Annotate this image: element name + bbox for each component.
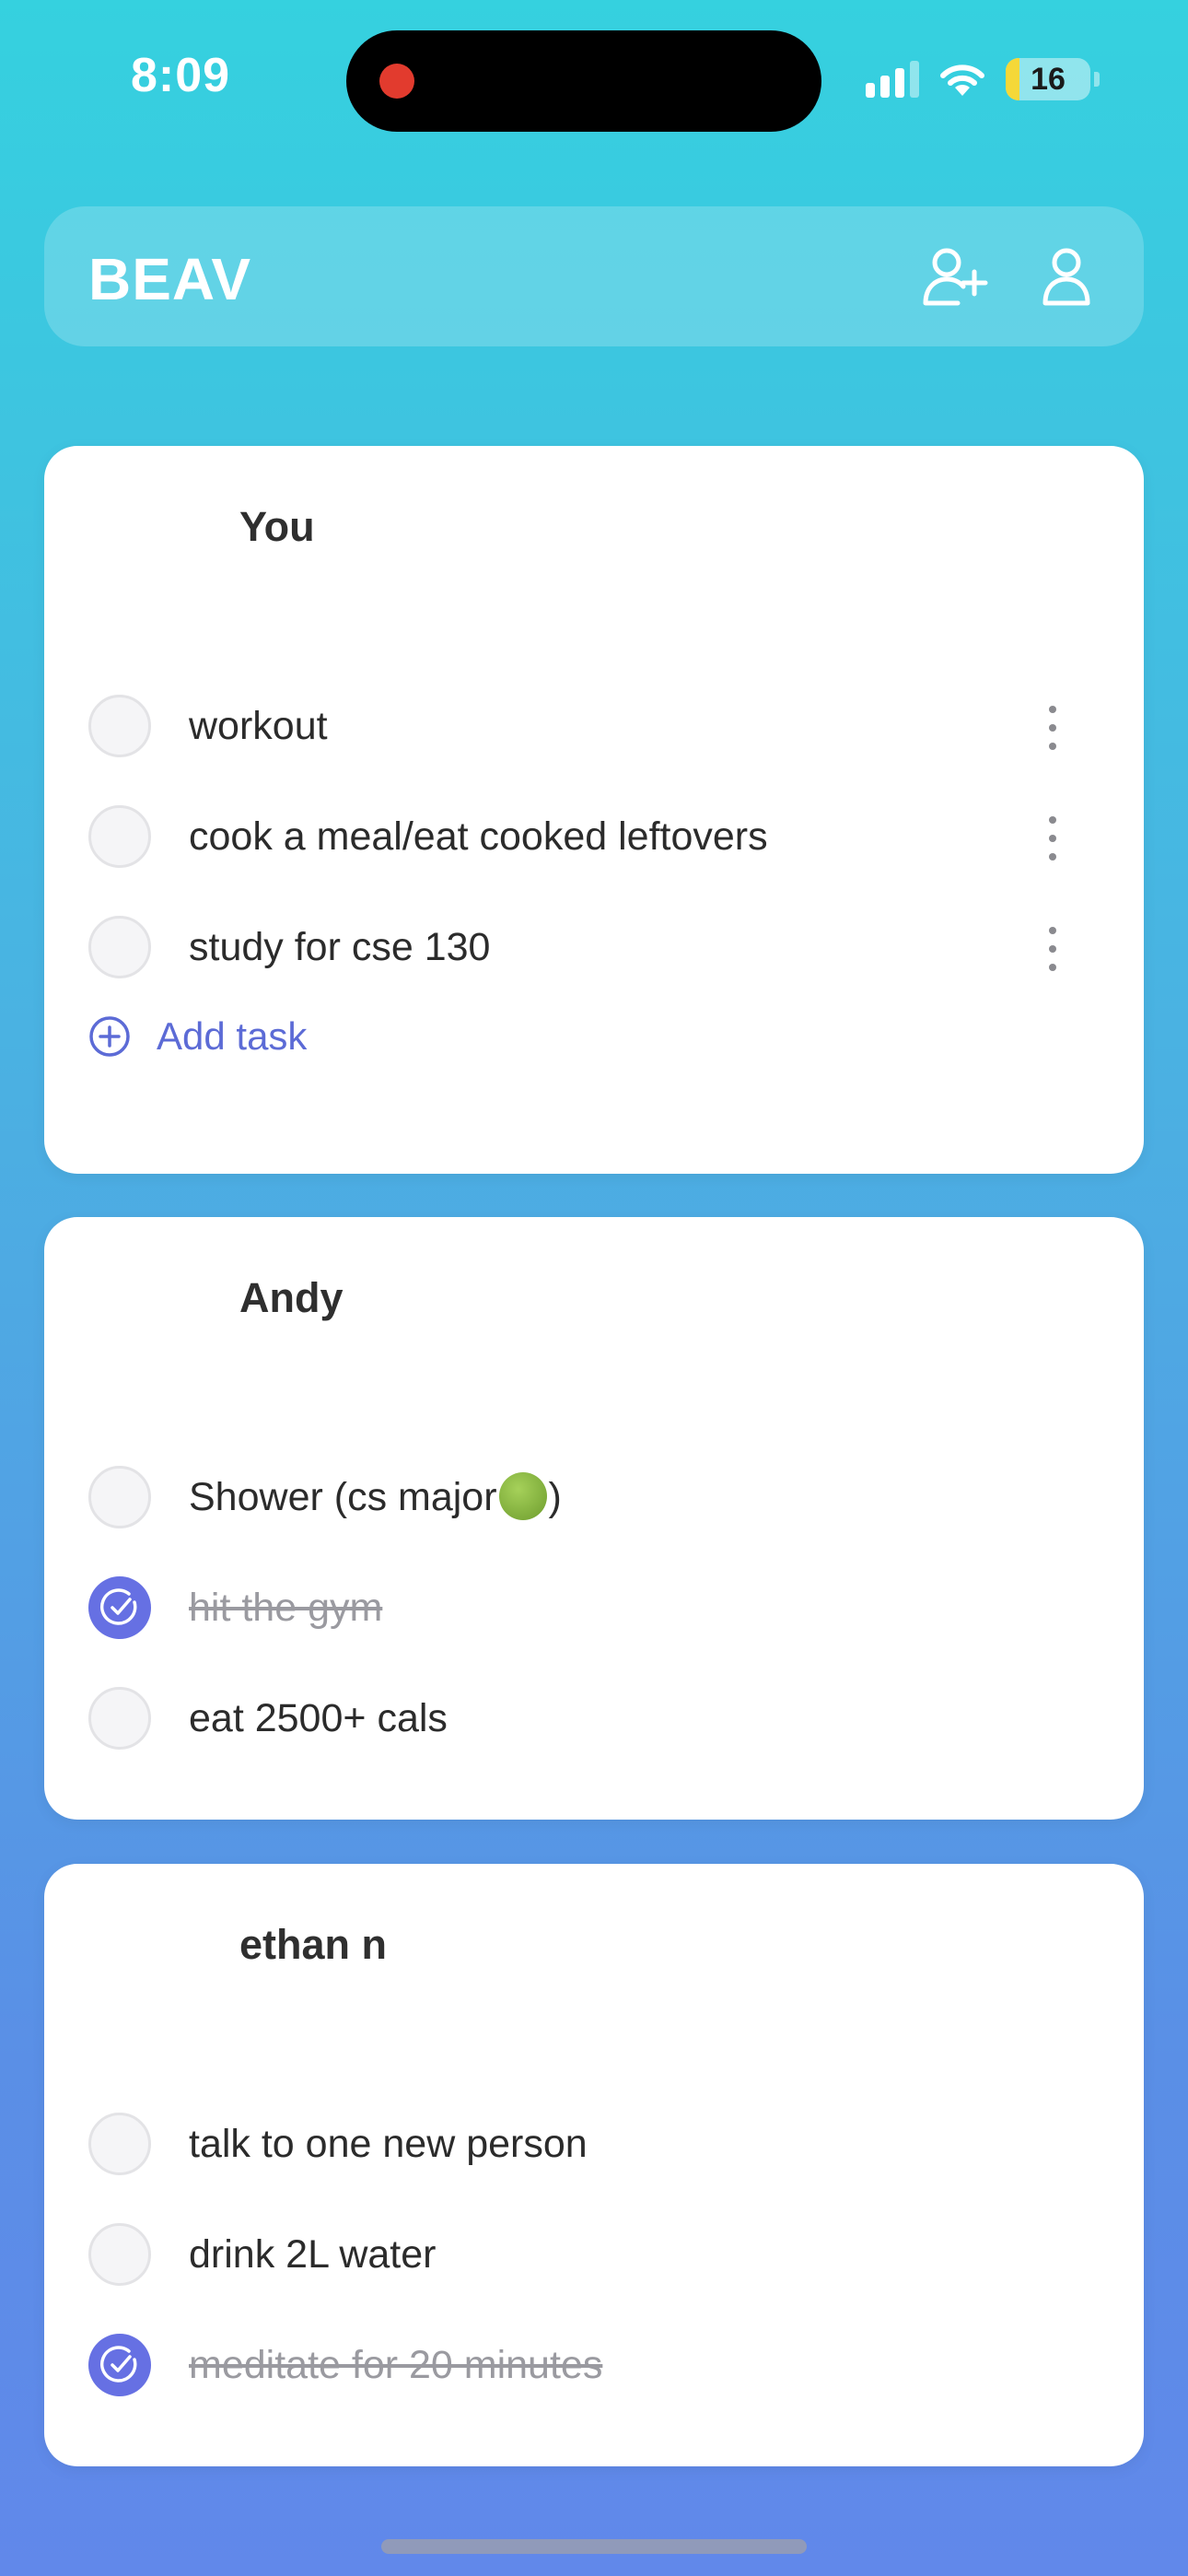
recording-indicator-icon [379, 64, 414, 99]
task-text-suffix: ) [548, 1475, 562, 1519]
task-text: drink 2L water [189, 2232, 437, 2277]
profile-icon [1042, 248, 1090, 306]
task-item: hit the gym [44, 1563, 1144, 1656]
task-text: study for cse 130 [189, 925, 491, 969]
cellular-signal-icon [866, 61, 919, 98]
task-item: talk to one new person [44, 2100, 1144, 2192]
task-item: eat 2500+ cals [44, 1674, 1144, 1766]
task-more-options-icon[interactable] [1039, 811, 1066, 866]
battery-level: 16 [1031, 61, 1066, 97]
status-time: 8:09 [131, 49, 231, 102]
card-title: Andy [239, 1274, 344, 1321]
app-header: BEAV [44, 206, 1144, 346]
task-text: eat 2500+ cals [189, 1696, 448, 1740]
task-item: workout [44, 682, 1144, 774]
nauseated-face-emoji-icon [498, 1471, 547, 1520]
task-checkbox[interactable] [88, 805, 151, 868]
task-more-options-icon[interactable] [1039, 700, 1066, 755]
add-friend-icon [923, 248, 988, 306]
task-checkbox[interactable] [88, 2113, 151, 2175]
task-text: cook a meal/eat cooked leftovers [189, 814, 768, 859]
task-item: meditate for 20 minutes [44, 2321, 1144, 2413]
task-text: meditate for 20 minutes [189, 2343, 603, 2387]
wifi-icon [938, 61, 987, 98]
task-text: workout [189, 704, 328, 748]
profile-button[interactable] [1030, 240, 1103, 313]
battery-icon: 16 [1006, 58, 1090, 100]
task-checkbox-checked[interactable] [88, 1576, 151, 1639]
add-task-label: Add task [157, 1014, 308, 1058]
user-card-andy: Andy Shower (cs major) hit the gym eat 2… [44, 1217, 1144, 1820]
task-item: drink 2L water [44, 2210, 1144, 2302]
task-text: talk to one new person [189, 2122, 588, 2166]
status-indicators: 16 [866, 53, 1100, 105]
task-checkbox[interactable] [88, 2223, 151, 2286]
user-card-you: You workout cook a meal/eat cooked lefto… [44, 446, 1144, 1174]
task-text-main: Shower (cs major [189, 1475, 497, 1519]
task-item: cook a meal/eat cooked leftovers [44, 792, 1144, 884]
battery-tip [1094, 72, 1100, 87]
card-title: ethan n [239, 1921, 388, 1968]
user-card-ethan: ethan n talk to one new person drink 2L … [44, 1864, 1144, 2466]
add-task-button[interactable]: Add task [88, 1009, 307, 1064]
task-checkbox[interactable] [88, 1466, 151, 1528]
task-text: hit the gym [189, 1586, 383, 1630]
check-circle-icon [100, 2346, 137, 2383]
app-title: BEAV [88, 246, 252, 312]
home-indicator[interactable] [381, 2539, 807, 2554]
task-checkbox[interactable] [88, 1687, 151, 1750]
task-item [44, 1130, 1144, 1222]
task-checkbox[interactable] [88, 916, 151, 978]
add-circle-icon [89, 1016, 130, 1057]
check-circle-icon [100, 1588, 137, 1625]
card-title: You [239, 503, 315, 550]
task-more-options-icon[interactable] [1039, 921, 1066, 977]
task-checkbox-checked[interactable] [88, 2334, 151, 2396]
task-item: Shower (cs major) [44, 1453, 1144, 1545]
task-checkbox[interactable] [88, 695, 151, 757]
add-friend-button[interactable] [919, 240, 993, 313]
task-item: study for cse 130 [44, 903, 1144, 995]
dynamic-island [346, 30, 821, 132]
task-text: Shower (cs major) [189, 1471, 562, 1524]
